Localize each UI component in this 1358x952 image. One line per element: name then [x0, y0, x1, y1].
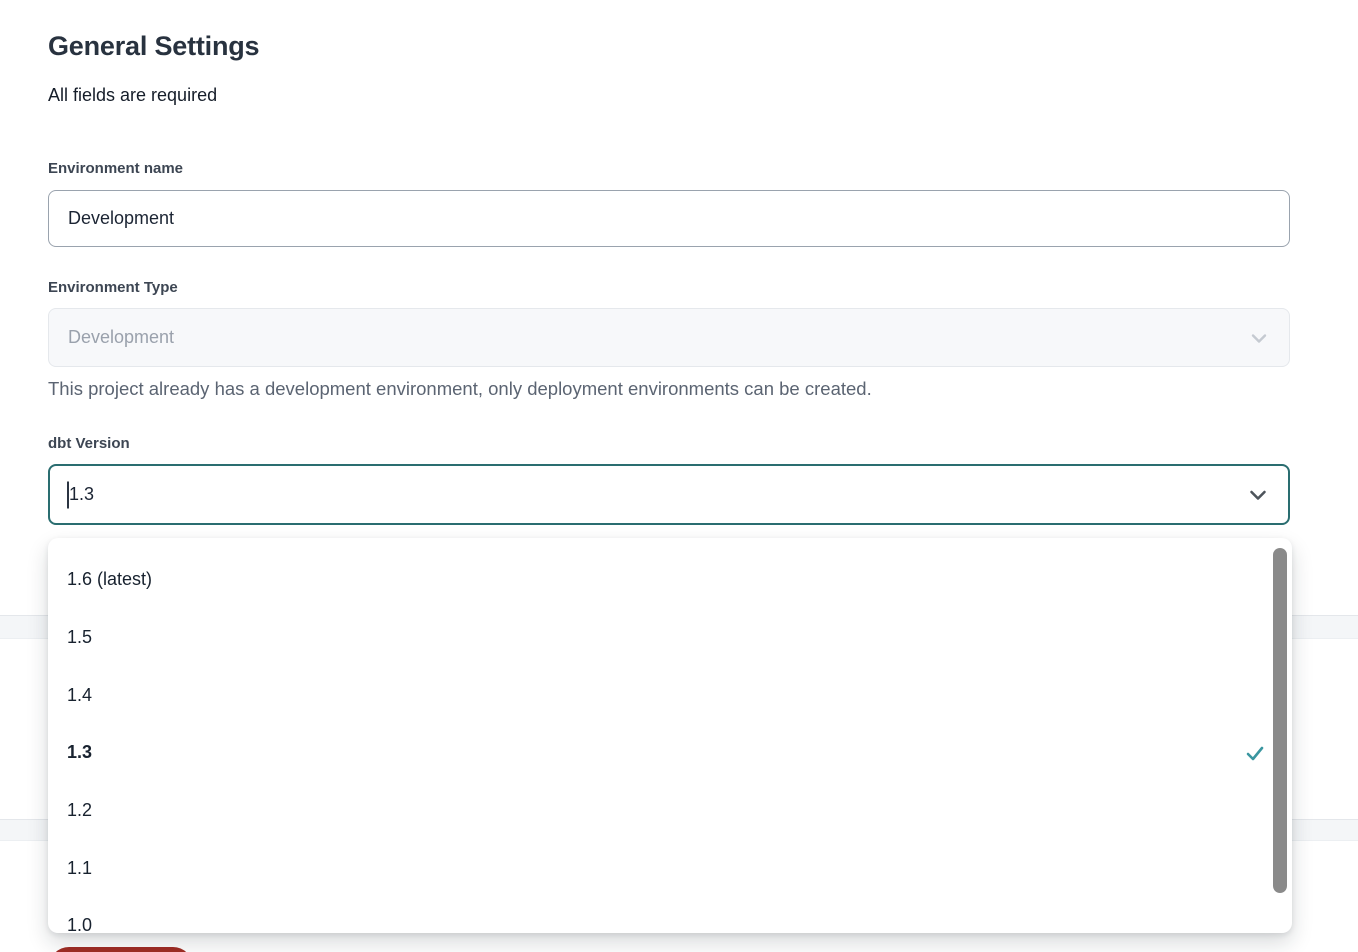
environment-type-label: Environment Type — [48, 279, 178, 296]
dropdown-option-label: 1.5 — [67, 627, 92, 648]
chevron-down-icon[interactable] — [1246, 483, 1270, 507]
settings-page: General Settings All fields are required… — [0, 0, 1358, 952]
dropdown-option[interactable]: 1.5 — [48, 609, 1292, 667]
dropdown-option[interactable]: 1.1 — [48, 839, 1292, 897]
environment-type-select: Development — [48, 308, 1290, 367]
dropdown-scrollbar[interactable] — [1273, 548, 1287, 893]
dropdown-option[interactable]: 1.4 — [48, 666, 1292, 724]
check-icon — [1244, 742, 1266, 764]
dropdown-list: 1.6 (latest) 1.5 1.4 1.3 — [48, 551, 1292, 933]
dropdown-option[interactable]: 1.2 — [48, 782, 1292, 840]
text-cursor — [67, 481, 69, 508]
environment-name-input[interactable] — [48, 190, 1290, 247]
dropdown-option-label: 1.3 — [67, 742, 92, 763]
dbt-version-value: 1.3 — [69, 484, 94, 505]
delete-button[interactable] — [49, 947, 193, 952]
dropdown-option-label: 1.4 — [67, 685, 92, 706]
dropdown-option[interactable]: 1.6 (latest) — [48, 551, 1292, 609]
dbt-version-select[interactable]: 1.3 — [48, 464, 1290, 525]
page-title: General Settings — [48, 31, 259, 62]
environment-name-label: Environment name — [48, 160, 183, 177]
page-subtitle: All fields are required — [48, 85, 217, 106]
dropdown-option-label: 1.6 (latest) — [67, 569, 152, 590]
dropdown-option[interactable]: 1.0 — [48, 897, 1292, 933]
dbt-version-label: dbt Version — [48, 435, 130, 452]
dropdown-option-label: 1.2 — [67, 800, 92, 821]
chevron-down-icon — [1247, 326, 1271, 350]
dbt-version-dropdown: 1.6 (latest) 1.5 1.4 1.3 — [48, 538, 1292, 933]
dropdown-option-label: 1.0 — [67, 915, 92, 933]
dropdown-option-label: 1.1 — [67, 858, 92, 879]
dropdown-option[interactable]: 1.3 — [48, 724, 1292, 782]
environment-type-help-text: This project already has a development e… — [48, 378, 872, 400]
environment-type-value: Development — [68, 327, 174, 348]
